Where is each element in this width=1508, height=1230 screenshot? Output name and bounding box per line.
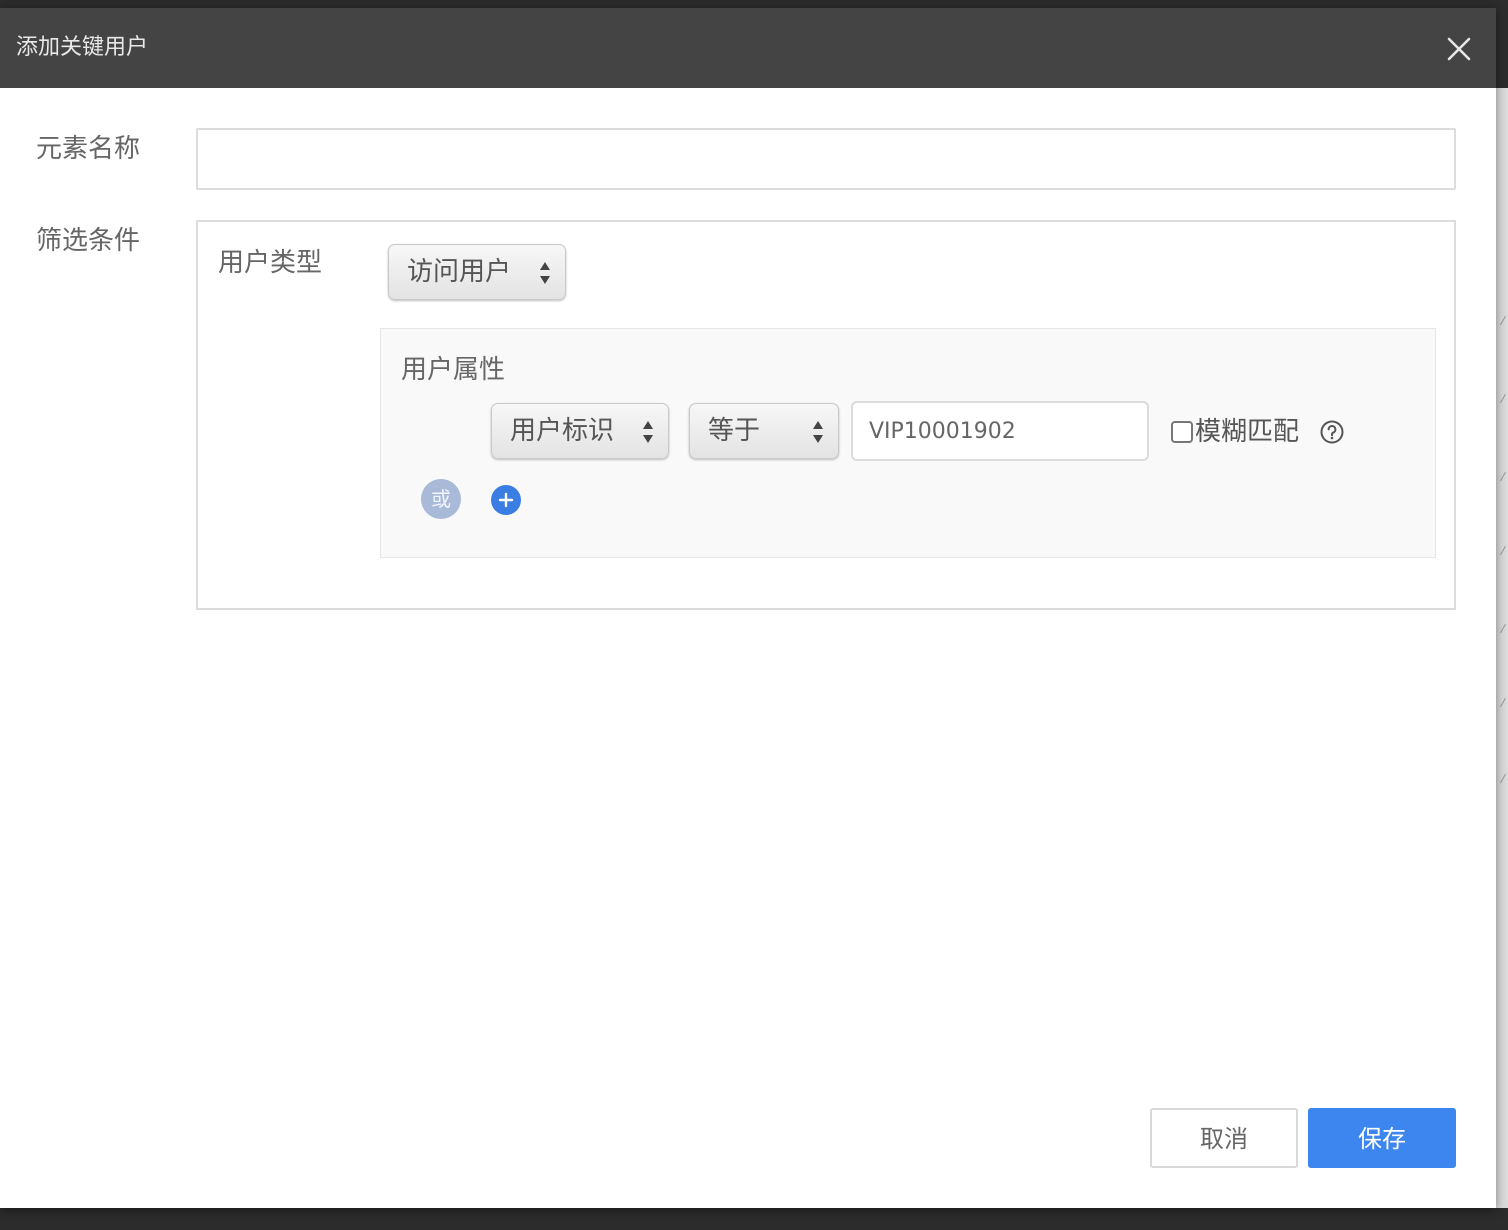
- cancel-button[interactable]: 取消: [1150, 1108, 1298, 1168]
- add-condition-button[interactable]: [491, 485, 521, 515]
- close-icon: [1447, 37, 1471, 61]
- background-mark: [1500, 393, 1506, 404]
- element-name-label: 元素名称: [36, 134, 141, 164]
- background-mark: [1500, 315, 1506, 326]
- select-arrows-icon: [540, 262, 550, 284]
- attribute-field-selected: 用户标识: [510, 416, 615, 446]
- background-mark: [1500, 697, 1506, 708]
- background-mark: [1500, 471, 1506, 482]
- select-arrows-icon: [643, 421, 653, 443]
- or-badge[interactable]: 或: [421, 479, 461, 519]
- attribute-value-input[interactable]: [851, 401, 1149, 461]
- user-type-selected: 访问用户: [407, 257, 512, 287]
- user-type-select[interactable]: 访问用户: [388, 244, 566, 300]
- fuzzy-match-label: 模糊匹配: [1195, 417, 1300, 447]
- fuzzy-match-checkbox[interactable]: 模糊匹配: [1171, 415, 1299, 449]
- background-mark: [1500, 545, 1506, 556]
- element-name-input[interactable]: [196, 128, 1456, 190]
- dialog-title: 添加关键用户: [16, 35, 149, 60]
- user-type-label: 用户类型: [218, 248, 323, 278]
- attribute-field-select[interactable]: 用户标识: [491, 403, 669, 459]
- background-mark: [1500, 773, 1506, 784]
- background-page-edge: [1496, 88, 1508, 1208]
- operator-selected: 等于: [708, 416, 761, 446]
- filter-condition-box: 用户类型 访问用户 用户属性 用户标识 等于 VIP10001902 模糊匹配 …: [196, 220, 1456, 610]
- user-attribute-panel: 用户属性 用户标识 等于 模糊匹配: [380, 328, 1436, 558]
- dialog-header: 添加关键用户: [0, 8, 1496, 88]
- user-attribute-label: 用户属性: [401, 355, 506, 385]
- plus-circle-icon: [498, 492, 514, 508]
- background-mark: [1500, 623, 1506, 634]
- save-button[interactable]: 保存: [1308, 1108, 1456, 1168]
- question-circle-icon[interactable]: [1319, 419, 1345, 445]
- select-arrows-icon: [813, 421, 823, 443]
- filter-condition-label: 筛选条件: [36, 226, 141, 256]
- close-button[interactable]: [1438, 28, 1480, 70]
- add-key-user-dialog: 添加关键用户 元素名称 筛选条件 用户类型 访问用户 用户属性 用户标识 等于 …: [0, 8, 1496, 1208]
- operator-select[interactable]: 等于: [689, 403, 839, 459]
- checkbox-box[interactable]: [1171, 421, 1193, 443]
